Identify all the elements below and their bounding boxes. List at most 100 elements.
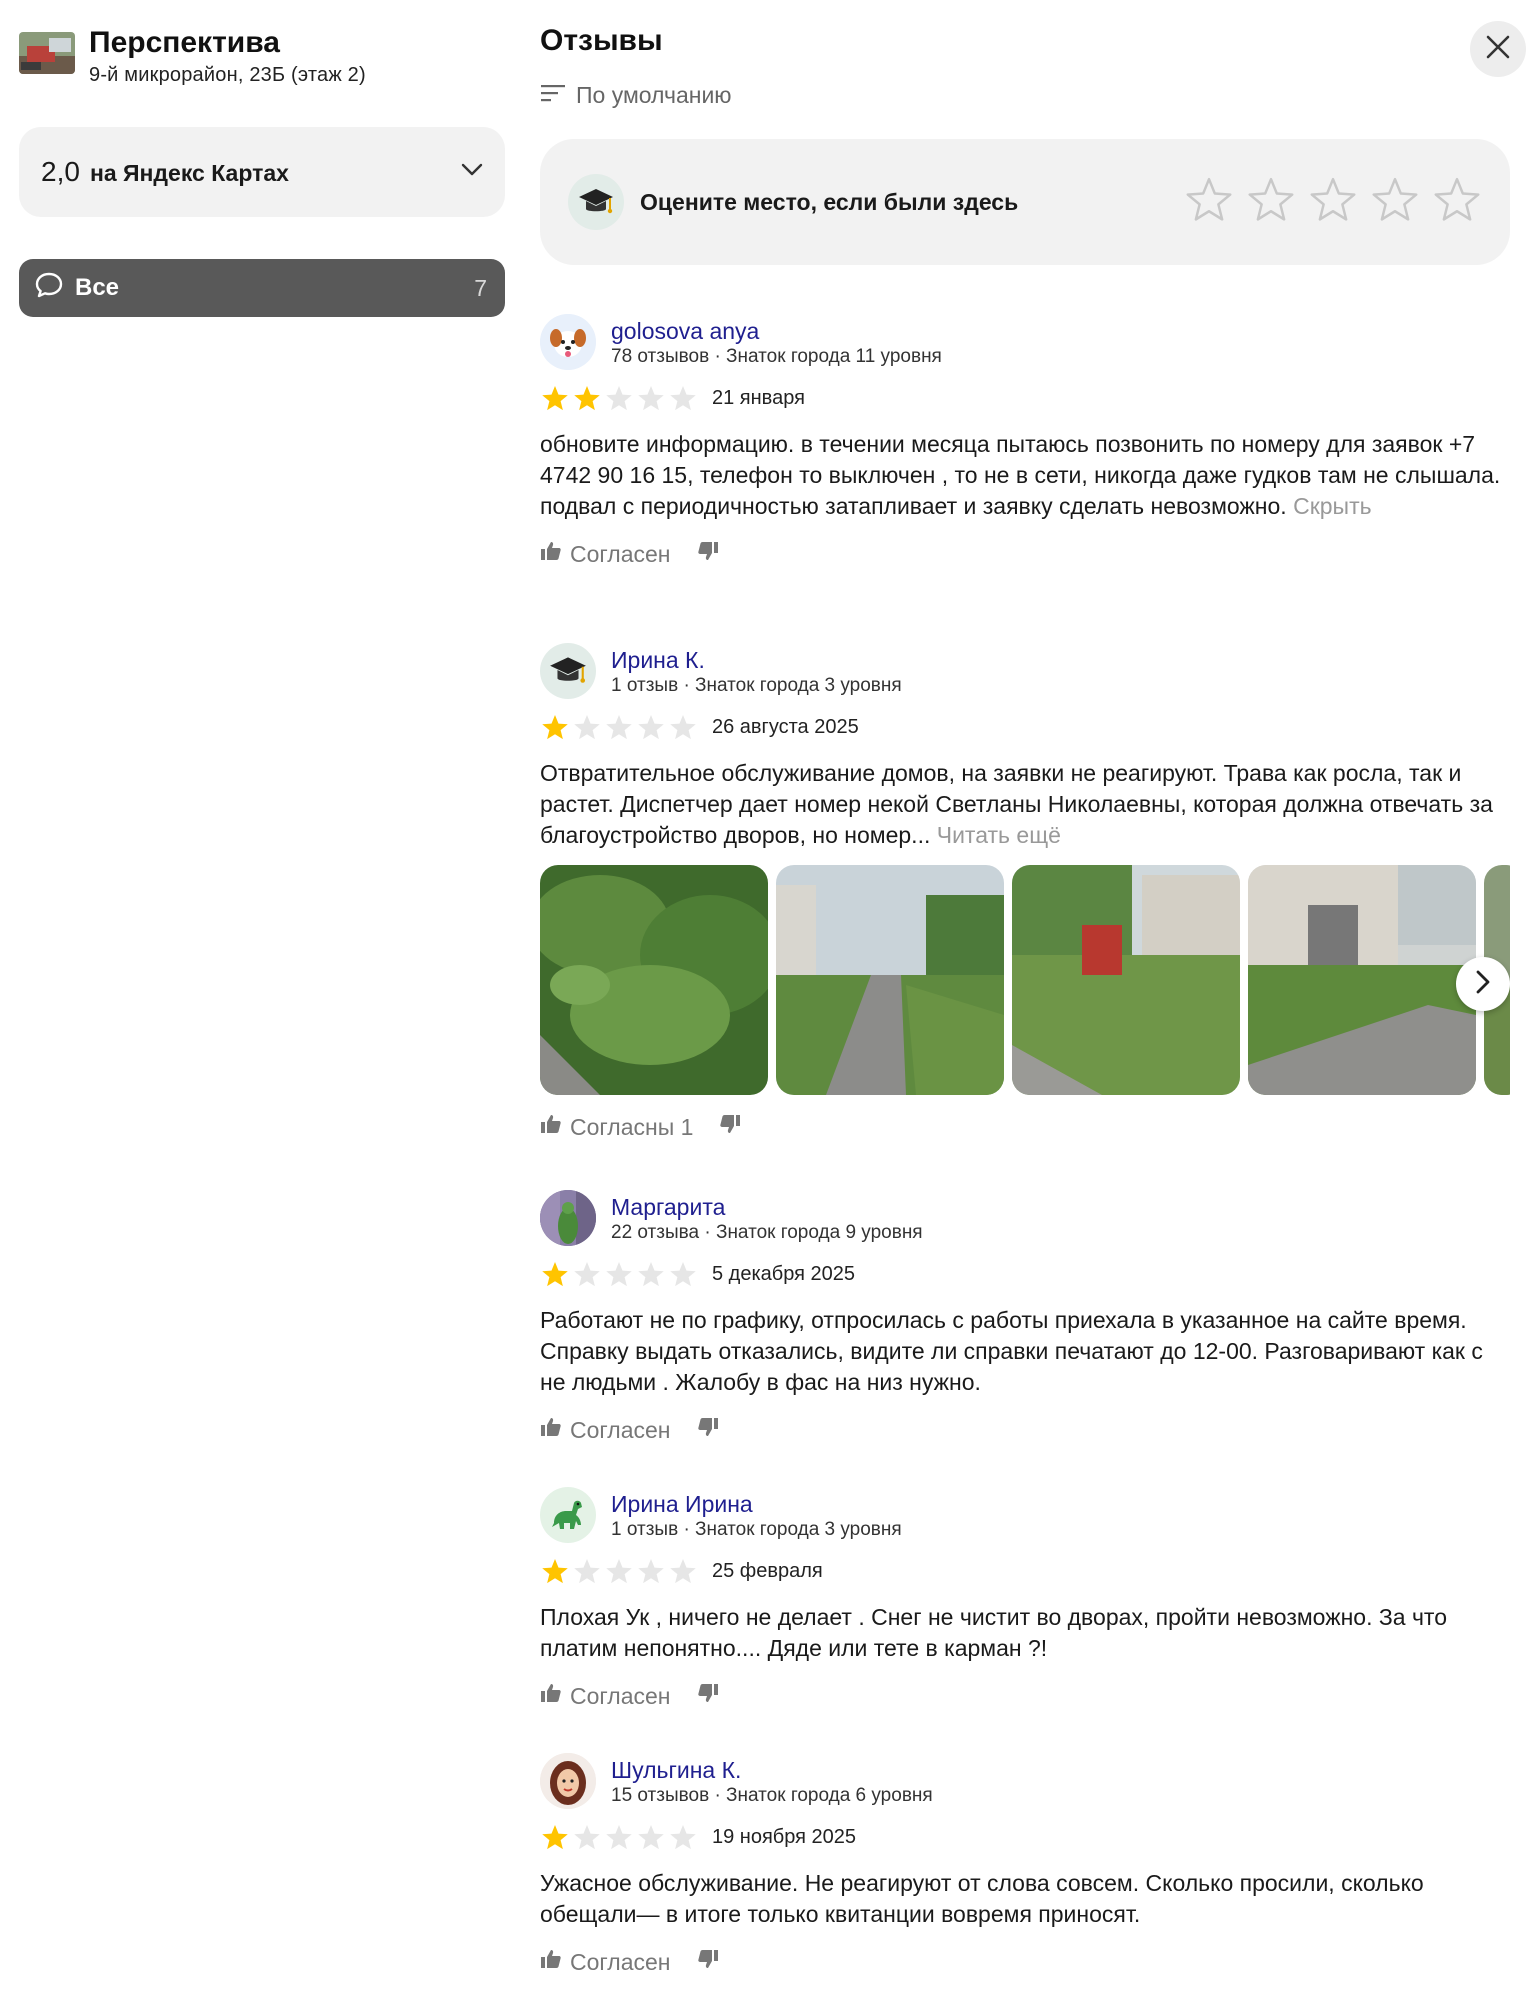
hide-link[interactable]: Скрыть — [1293, 493, 1372, 519]
thumbs-down-icon[interactable] — [719, 1113, 741, 1141]
sidebar: Перспектива 9-й микрорайон, 23Б (этаж 2)… — [19, 26, 505, 317]
close-button[interactable] — [1470, 21, 1526, 77]
agree-button[interactable]: Согласен — [540, 540, 671, 568]
rate-star-4[interactable] — [1370, 176, 1420, 229]
rating-dropdown[interactable]: 2,0 на Яндекс Картах — [19, 127, 505, 217]
woman-avatar[interactable] — [540, 1753, 596, 1809]
read-more-link[interactable]: Читать ещё — [937, 822, 1061, 848]
review-photos — [540, 865, 1510, 1095]
thumbs-down-icon[interactable] — [697, 1948, 719, 1976]
sort-icon — [540, 82, 566, 109]
org-name[interactable]: Перспектива — [89, 26, 366, 60]
review-stars — [540, 713, 698, 742]
dog-avatar[interactable] — [540, 314, 596, 370]
star-filled-icon — [542, 386, 568, 411]
agree-label: Согласен — [570, 1416, 671, 1443]
reviewer-name[interactable]: Ирина Ирина — [611, 1490, 902, 1518]
review-photo[interactable] — [540, 865, 768, 1095]
review-item: Ирина К. 1 отзыв · Знаток города 3 уровн… — [540, 643, 1510, 1141]
star-empty-icon — [670, 1825, 696, 1850]
rate-star-1[interactable] — [1184, 176, 1234, 229]
reviewer-meta: 1 отзыв · Знаток города 3 уровня — [611, 1518, 902, 1540]
reviewer-meta: 15 отзывов · Знаток города 6 уровня — [611, 1784, 933, 1806]
thumbs-up-icon — [540, 1416, 562, 1444]
star-empty-icon — [574, 1262, 600, 1287]
thumbs-up-icon — [540, 1682, 562, 1710]
review-item: Маргарита 22 отзыва · Знаток города 9 ур… — [540, 1190, 1510, 1444]
thumbs-down-icon[interactable] — [697, 540, 719, 568]
review-photo[interactable] — [1248, 865, 1476, 1095]
reviewer-name[interactable]: Маргарита — [611, 1193, 923, 1221]
review-stars — [540, 384, 698, 413]
thumbs-down-icon[interactable] — [697, 1682, 719, 1710]
review-photo[interactable] — [776, 865, 1004, 1095]
rate-place-box: Оцените место, если были здесь — [540, 139, 1510, 265]
chevron-right-icon — [1475, 970, 1491, 999]
review-item: golosova anya 78 отзывов · Знаток города… — [540, 314, 1510, 568]
thumbs-up-icon — [540, 540, 562, 568]
rate-prompt: Оцените место, если были здесь — [640, 188, 1019, 215]
star-empty-icon — [670, 1262, 696, 1287]
review-date: 19 ноября 2025 — [712, 1826, 857, 1848]
reviewer-meta: 78 отзывов · Знаток города 11 уровня — [611, 345, 942, 367]
dinosaur-avatar[interactable] — [540, 1487, 596, 1543]
reviewer-name[interactable]: Ирина К. — [611, 646, 902, 674]
reviewer-meta: 22 отзыва · Знаток города 9 уровня — [611, 1221, 923, 1243]
photos-next-button[interactable] — [1456, 957, 1510, 1011]
sort-button[interactable]: По умолчанию — [540, 82, 1510, 109]
review-photo[interactable] — [1012, 865, 1240, 1095]
reviewer-meta: 1 отзыв · Знаток города 3 уровня — [611, 674, 902, 696]
review-text: Плохая Ук , ничего не делает . Снег не ч… — [540, 1602, 1505, 1664]
review-text: Ужасное обслуживание. Не реагируют от сл… — [540, 1868, 1505, 1930]
rate-stars — [1184, 176, 1482, 229]
review-date: 25 февраля — [712, 1560, 823, 1582]
star-empty-icon — [638, 715, 664, 740]
star-empty-icon — [606, 715, 632, 740]
org-address: 9-й микрорайон, 23Б (этаж 2) — [89, 64, 366, 86]
star-empty-icon — [670, 386, 696, 411]
graduation-cap-avatar[interactable] — [540, 643, 596, 699]
agree-button[interactable]: Согласен — [540, 1948, 671, 1976]
review-stars — [540, 1260, 698, 1289]
thumbs-down-icon[interactable] — [697, 1416, 719, 1444]
review-body: Плохая Ук , ничего не делает . Снег не ч… — [540, 1604, 1447, 1661]
org-header: Перспектива 9-й микрорайон, 23Б (этаж 2) — [19, 26, 505, 87]
agree-button[interactable]: Согласен — [540, 1416, 671, 1444]
agree-label: Согласен — [570, 540, 671, 567]
comment-icon — [35, 272, 63, 305]
reviews-panel: Отзывы По умолчанию Оцените место, если … — [540, 24, 1510, 265]
org-thumbnail[interactable] — [19, 32, 75, 74]
agree-label: Согласны 1 — [570, 1113, 694, 1140]
graduation-cap-icon — [568, 174, 624, 230]
review-stars — [540, 1557, 698, 1586]
thumbs-up-icon — [540, 1948, 562, 1976]
filter-all-button[interactable]: Все 7 — [19, 259, 505, 317]
sort-label: По умолчанию — [576, 82, 732, 108]
rate-star-3[interactable] — [1308, 176, 1358, 229]
star-empty-icon — [574, 1559, 600, 1584]
star-empty-icon — [670, 715, 696, 740]
star-empty-icon — [574, 1825, 600, 1850]
star-filled-icon — [542, 715, 568, 740]
review-body: Работают не по графику, отпросилась с ра… — [540, 1307, 1483, 1395]
review-date: 21 января — [712, 387, 805, 409]
thumbs-up-icon — [540, 1113, 562, 1141]
review-stars — [540, 1823, 698, 1852]
rate-star-5[interactable] — [1432, 176, 1482, 229]
review-date: 5 декабря 2025 — [712, 1263, 856, 1285]
review-date: 26 августа 2025 — [712, 716, 859, 738]
agree-button[interactable]: Согласен — [540, 1682, 671, 1710]
star-filled-icon — [542, 1825, 568, 1850]
filter-all-label: Все — [75, 274, 120, 301]
rate-star-2[interactable] — [1246, 176, 1296, 229]
star-empty-icon — [638, 1262, 664, 1287]
reviewer-name[interactable]: golosova anya — [611, 317, 942, 345]
star-filled-icon — [542, 1559, 568, 1584]
reviewer-name[interactable]: Шульгина К. — [611, 1756, 933, 1784]
star-empty-icon — [606, 1559, 632, 1584]
agree-button[interactable]: Согласны 1 — [540, 1113, 693, 1141]
reviews-title: Отзывы — [540, 24, 663, 57]
review-text: обновите информацию. в течении месяца пы… — [540, 429, 1505, 522]
photo-avatar[interactable] — [540, 1190, 596, 1246]
close-icon — [1485, 34, 1511, 65]
